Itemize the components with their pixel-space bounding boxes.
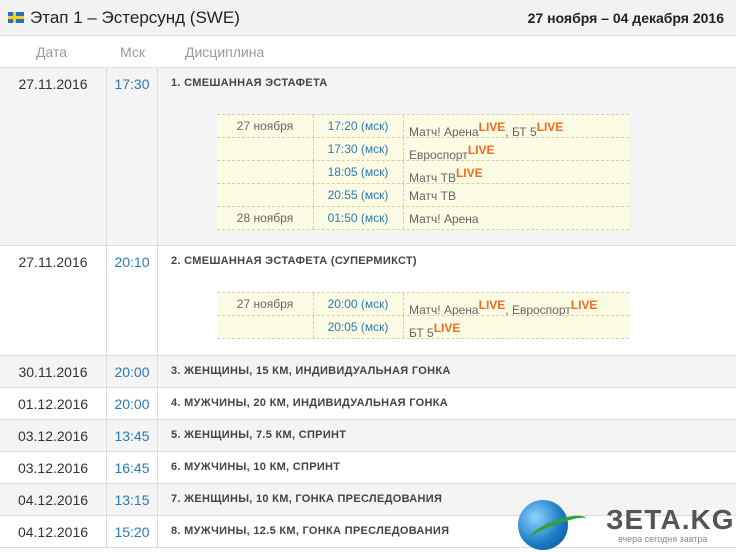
broadcast-time: 18:05 (мск) [327, 165, 389, 179]
schedule-row[interactable]: 30.11.2016 20:00 3. ЖЕНЩИНЫ, 15 КМ, ИНДИВИ… [0, 356, 736, 388]
event-title[interactable]: 3. ЖЕНЩИНЫ, 15 КМ, ИНДИВИДУАЛЬНАЯ ГОНКА [171, 365, 451, 377]
broadcast-date: 27 ноября [236, 119, 294, 133]
live-badge: LIVE [467, 143, 495, 157]
event-date: 03.12.2016 [17, 428, 89, 444]
live-badge: LIVE [570, 298, 598, 312]
stage-dates: 27 ноября – 04 декабря 2016 [527, 10, 724, 26]
broadcast-channels: ЕвроспортLIVE [409, 143, 494, 162]
column-headers: Дата Мск Дисциплина [0, 36, 736, 68]
event-title[interactable]: 6. МУЖЧИНЫ, 10 КМ, СПРИНТ [171, 461, 340, 473]
event-time: 13:45 [106, 420, 158, 451]
broadcast-time: 20:05 (мск) [327, 320, 389, 334]
event-date: 30.11.2016 [18, 364, 88, 380]
schedule-row[interactable]: 03.12.2016 13:45 5. ЖЕНЩИНЫ, 7.5 КМ, СПРИН… [0, 420, 736, 452]
channel-name[interactable]: Матч ТВ [409, 189, 456, 203]
channel-name[interactable]: Матч! Арена [409, 303, 479, 317]
event-time: 20:00 [106, 356, 158, 387]
broadcast-channels: Матч ТВ [409, 189, 456, 203]
live-badge: LIVE [536, 120, 564, 134]
watermark-logo: ЗЕТА.KG вчера сегодня завтра [518, 500, 736, 552]
broadcast-time: 17:20 (мск) [327, 119, 389, 133]
schedule-row[interactable]: 03.12.2016 16:45 6. МУЖЧИНЫ, 10 КМ, СПРИНТ [0, 452, 736, 484]
event-time: 20:10 [106, 246, 158, 355]
event-date: 27.11.2016 [18, 254, 88, 270]
channel-name[interactable]: Матч ТВ [409, 171, 456, 185]
event-time: 17:30 [106, 68, 158, 245]
event-date: 03.12.2016 [17, 460, 89, 476]
broadcast-channels: Матч! АренаLIVE, ЕвроспортLIVE [409, 298, 597, 317]
live-badge: LIVE [478, 298, 506, 312]
event-date: 01.12.2016 [17, 396, 89, 412]
broadcast-time: 20:00 (мск) [327, 297, 389, 311]
channel-name[interactable]: БТ 5 [409, 326, 434, 340]
event-title[interactable]: 7. ЖЕНЩИНЫ, 10 КМ, ГОНКА ПРЕСЛЕДОВАНИЯ [171, 493, 442, 505]
sweden-flag-icon [8, 12, 24, 23]
event-time: 13:15 [106, 484, 158, 515]
event-time: 16:45 [106, 452, 158, 483]
broadcast-time: 20:55 (мск) [327, 188, 389, 202]
broadcast-row: 20:55 (мск) Матч ТВ [217, 184, 629, 207]
live-badge: LIVE [433, 321, 461, 335]
schedule-row[interactable]: 27.11.2016 17:30 1. СМЕШАННАЯ ЭСТАФЕТА 27 н… [0, 68, 736, 246]
column-header-date: Дата [36, 44, 68, 60]
event-date: 04.12.2016 [17, 524, 89, 540]
event-time: 20:00 [106, 388, 158, 419]
broadcast-table: 27 ноября 20:00 (мск) Матч! АренаLIVE, Евр… [217, 292, 629, 340]
broadcast-date: 28 ноября [236, 211, 294, 225]
column-header-discipline: Дисциплина [185, 44, 265, 60]
event-title[interactable]: 2. СМЕШАННАЯ ЭСТАФЕТА (СУПЕРМИКСТ) [171, 255, 417, 267]
live-badge: LIVE [455, 166, 483, 180]
schedule-row[interactable]: 01.12.2016 20:00 4. МУЖЧИНЫ, 20 КМ, ИНДИВИ… [0, 388, 736, 420]
broadcast-row: 18:05 (мск) Матч ТВLIVE [217, 161, 629, 185]
live-badge: LIVE [478, 120, 506, 134]
watermark-tagline: вчера сегодня завтра [618, 534, 708, 544]
broadcast-row: 27 ноября 17:20 (мск) Матч! АренаLIVE, БТ … [217, 115, 629, 139]
broadcast-table: 27 ноября 17:20 (мск) Матч! АренаLIVE, БТ … [217, 114, 629, 230]
channel-name[interactable]: , Евроспорт [505, 303, 570, 317]
broadcast-row: 17:30 (мск) ЕвроспортLIVE [217, 138, 629, 162]
broadcast-time: 17:30 (мск) [327, 142, 389, 156]
channel-name[interactable]: Евроспорт [409, 148, 468, 162]
event-date: 04.12.2016 [17, 492, 89, 508]
broadcast-row: 28 ноября 01:50 (мск) Матч! Арена [217, 207, 629, 230]
event-title[interactable]: 5. ЖЕНЩИНЫ, 7.5 КМ, СПРИНТ [171, 429, 346, 441]
schedule-row[interactable]: 27.11.2016 20:10 2. СМЕШАННАЯ ЭСТАФЕТА (СУ… [0, 246, 736, 356]
channel-name[interactable]: Матч! Арена [409, 125, 479, 139]
event-title[interactable]: 8. МУЖЧИНЫ, 12.5 КМ, ГОНКА ПРЕСЛЕДОВАНИЯ [171, 525, 449, 537]
channel-name[interactable]: , БТ 5 [505, 125, 536, 139]
broadcast-channels: Матч! Арена [409, 212, 479, 226]
column-header-msk: Мск [120, 44, 145, 60]
event-time: 15:20 [106, 516, 158, 547]
broadcast-date: 27 ноября [236, 297, 294, 311]
event-title[interactable]: 1. СМЕШАННАЯ ЭСТАФЕТА [171, 77, 328, 89]
broadcast-channels: БТ 5LIVE [409, 321, 460, 340]
broadcast-channels: Матч! АренаLIVE, БТ 5LIVE [409, 120, 563, 139]
watermark-brand: ЗЕТА.KG [606, 504, 735, 535]
broadcast-channels: Матч ТВLIVE [409, 166, 483, 185]
broadcast-time: 01:50 (мск) [327, 211, 389, 225]
broadcast-row: 20:05 (мск) БТ 5LIVE [217, 316, 629, 340]
channel-name[interactable]: Матч! Арена [409, 212, 479, 226]
event-title[interactable]: 4. МУЖЧИНЫ, 20 КМ, ИНДИВИДУАЛЬНАЯ ГОНКА [171, 397, 448, 409]
broadcast-row: 27 ноября 20:00 (мск) Матч! АренаLIVE, Евр… [217, 293, 629, 317]
stage-header: Этап 1 – Эстерсунд (SWE) 27 ноября – 04 … [0, 0, 736, 36]
stage-title[interactable]: Этап 1 – Эстерсунд (SWE) [30, 8, 240, 28]
event-date: 27.11.2016 [18, 76, 88, 92]
